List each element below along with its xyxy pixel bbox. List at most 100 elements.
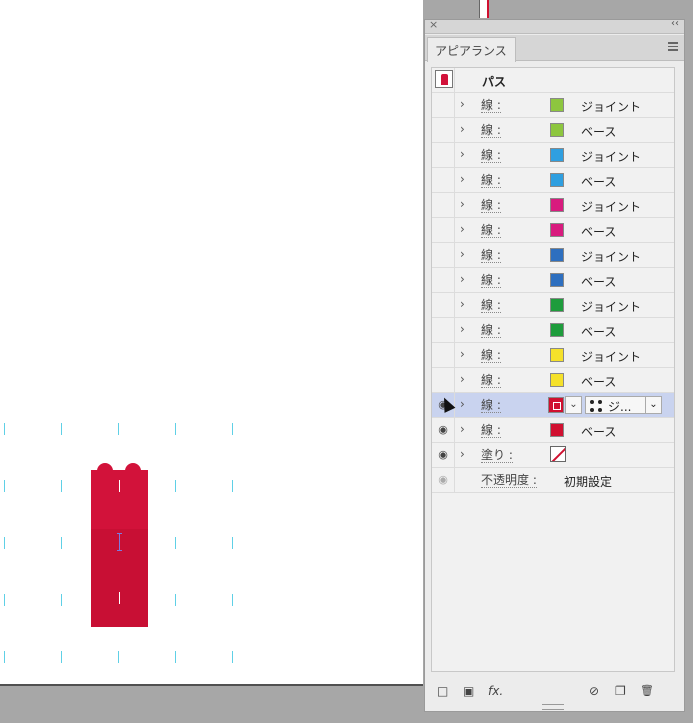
eye-toggle-empty[interactable]	[432, 168, 455, 192]
stroke-color-swatch[interactable]	[550, 423, 564, 437]
stroke-color-swatch[interactable]	[550, 198, 564, 212]
chevron-right-icon[interactable]: ›	[460, 272, 465, 286]
eye-icon[interactable]: ◉	[432, 468, 455, 492]
clear-appearance-icon[interactable]: ⊘	[589, 684, 599, 698]
eye-toggle-empty[interactable]	[432, 143, 455, 167]
stroke-row[interactable]: › 線 : ベース	[432, 168, 674, 193]
brush-select[interactable]: ジ... ⌄	[585, 396, 662, 414]
eye-toggle-empty[interactable]	[432, 193, 455, 217]
stroke-label[interactable]: 線 :	[481, 373, 501, 388]
collapse-icon[interactable]: ‹‹	[671, 18, 679, 29]
stroke-label[interactable]: 線 :	[481, 148, 501, 163]
eye-toggle-empty[interactable]	[432, 218, 455, 242]
no-fill-swatch[interactable]	[550, 446, 566, 462]
stroke-row[interactable]: › 線 : ベース	[432, 368, 674, 393]
fill-label[interactable]: 塗り :	[481, 448, 513, 463]
add-new-fill-icon[interactable]: ▣	[463, 684, 474, 698]
eye-toggle-empty[interactable]	[432, 293, 455, 317]
stroke-label[interactable]: 線 :	[481, 223, 501, 238]
stroke-label[interactable]: 線 :	[481, 198, 501, 213]
chevron-right-icon[interactable]: ›	[460, 122, 465, 136]
stroke-color-swatch[interactable]	[550, 123, 564, 137]
chevron-right-icon[interactable]: ›	[460, 97, 465, 111]
fill-row[interactable]: ◉ › 塗り :	[432, 443, 674, 468]
stroke-row[interactable]: › 線 : ベース	[432, 118, 674, 143]
stroke-color-swatch[interactable]	[550, 298, 564, 312]
chevron-right-icon[interactable]: ›	[460, 447, 465, 461]
resize-grip[interactable]	[542, 704, 564, 710]
delete-icon[interactable]: 🗑	[640, 684, 654, 697]
stroke-row[interactable]: › 線 : ジョイント	[432, 293, 674, 318]
chevron-right-icon[interactable]: ›	[460, 347, 465, 361]
stroke-label[interactable]: 線 :	[481, 323, 501, 338]
stroke-row[interactable]: › 線 : ジョイント	[432, 243, 674, 268]
eye-toggle-empty[interactable]	[432, 93, 455, 117]
opacity-label[interactable]: 不透明度 :	[481, 473, 537, 488]
stroke-label[interactable]: 線 :	[481, 348, 501, 363]
stroke-color-swatch[interactable]	[550, 248, 564, 262]
panel-menu-icon[interactable]	[668, 42, 678, 51]
stroke-row[interactable]: › 線 : ベース	[432, 268, 674, 293]
close-icon[interactable]: ×	[429, 18, 438, 31]
stroke-row[interactable]: › 線 : ジョイント	[432, 193, 674, 218]
guide-mark	[232, 537, 233, 549]
stroke-label[interactable]: 線 :	[481, 273, 501, 288]
chevron-right-icon[interactable]: ›	[460, 147, 465, 161]
chevron-right-icon[interactable]: ›	[460, 222, 465, 236]
chevron-right-icon[interactable]: ›	[460, 372, 465, 386]
anchor-point[interactable]	[117, 533, 122, 551]
stroke-row[interactable]: › 線 : ベース	[432, 218, 674, 243]
artboard[interactable]	[0, 0, 423, 686]
eye-icon[interactable]: ◉	[432, 443, 455, 467]
eye-toggle-empty[interactable]	[432, 343, 455, 367]
stroke-label[interactable]: 線 :	[481, 98, 501, 113]
chevron-right-icon[interactable]: ›	[460, 397, 465, 411]
chevron-right-icon[interactable]: ›	[460, 172, 465, 186]
chevron-down-icon[interactable]: ⌄	[645, 397, 661, 413]
stroke-color-swatch[interactable]	[550, 148, 564, 162]
stroke-row[interactable]: › 線 : ジョイント	[432, 93, 674, 118]
stroke-color-swatch[interactable]	[550, 98, 564, 112]
opacity-row[interactable]: ◉ 不透明度 : 初期設定	[432, 468, 674, 493]
stroke-color-swatch[interactable]	[550, 273, 564, 287]
eye-toggle-empty[interactable]	[432, 243, 455, 267]
guide-mark	[232, 594, 233, 606]
eye-toggle-empty[interactable]	[432, 318, 455, 342]
stroke-label[interactable]: 線 :	[481, 298, 501, 313]
eye-toggle-empty[interactable]	[432, 268, 455, 292]
stroke-label[interactable]: 線 :	[481, 173, 501, 188]
selected-stroke-row[interactable]: ◉ › 線 : ⌄ ジ... ⌄	[432, 393, 674, 418]
chevron-right-icon[interactable]: ›	[460, 322, 465, 336]
stroke-color-swatch[interactable]	[550, 348, 564, 362]
stroke-row[interactable]: › 線 : ジョイント	[432, 343, 674, 368]
stroke-color-swatch[interactable]	[550, 223, 564, 237]
eye-toggle-empty[interactable]	[432, 368, 455, 392]
eye-icon[interactable]: ◉	[432, 418, 455, 442]
brick-pin	[119, 480, 120, 492]
stroke-label[interactable]: 線 :	[481, 123, 501, 138]
stroke-label[interactable]: 線 :	[481, 248, 501, 263]
chevron-right-icon[interactable]: ›	[460, 197, 465, 211]
stroke-color-swatch[interactable]	[550, 173, 564, 187]
stroke-brush-name: ベース	[581, 225, 617, 239]
stroke-color-swatch[interactable]	[550, 373, 564, 387]
stroke-row[interactable]: › 線 : ベース	[432, 318, 674, 343]
stroke-label[interactable]: 線 :	[481, 398, 501, 413]
eye-toggle-empty[interactable]	[432, 118, 455, 142]
chevron-right-icon[interactable]: ›	[460, 247, 465, 261]
chevron-right-icon[interactable]: ›	[460, 297, 465, 311]
stroke-color-swatch[interactable]	[548, 397, 564, 413]
red-brick-artwork[interactable]	[91, 463, 148, 627]
stroke-color-swatch[interactable]	[550, 323, 564, 337]
duplicate-item-icon[interactable]: ❐	[615, 684, 626, 698]
chevron-right-icon[interactable]: ›	[460, 422, 465, 436]
fx-icon[interactable]: fx.	[488, 684, 503, 698]
tab-appearance[interactable]: アピアランス	[427, 37, 516, 62]
stroke-row[interactable]: ◉ › 線 : ベース	[432, 418, 674, 443]
brick-top	[91, 470, 148, 529]
add-new-stroke-icon[interactable]: □	[437, 684, 448, 698]
stroke-row[interactable]: › 線 : ジョイント	[432, 143, 674, 168]
stroke-label[interactable]: 線 :	[481, 423, 501, 438]
path-header-row[interactable]: パス	[432, 68, 674, 93]
chevron-down-icon[interactable]: ⌄	[565, 396, 582, 414]
